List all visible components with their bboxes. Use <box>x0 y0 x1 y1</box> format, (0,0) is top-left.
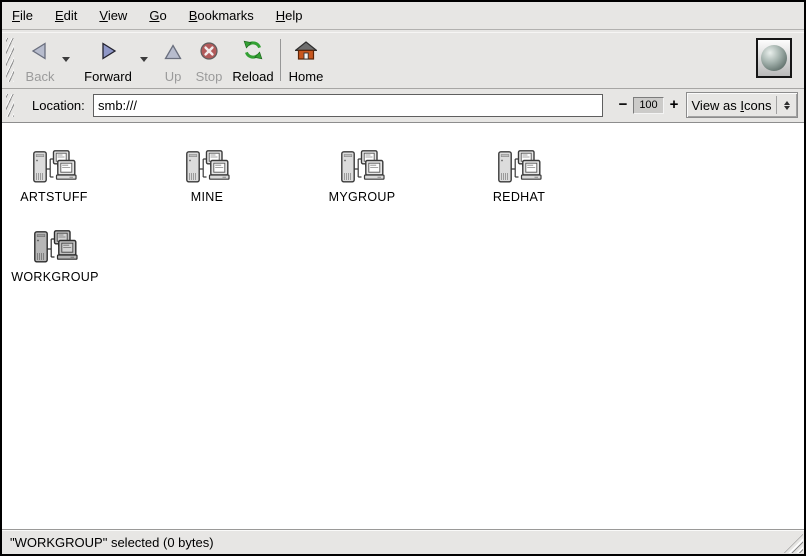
network-item-workgroup[interactable]: WORKGROUP <box>0 229 115 284</box>
home-label: Home <box>289 70 324 84</box>
reload-icon <box>241 37 265 61</box>
item-label: ARTSTUFF <box>20 190 87 204</box>
network-workgroup-icon <box>184 149 230 187</box>
throbber <box>756 38 792 78</box>
up-button[interactable]: Up <box>159 37 187 84</box>
network-workgroup-icon <box>31 149 77 187</box>
menu-view[interactable]: View <box>99 8 127 23</box>
menu-bar: File Edit View Go Bookmarks Help <box>2 2 804 30</box>
back-icon <box>29 37 51 61</box>
home-button[interactable]: Home <box>286 37 326 84</box>
item-label: MYGROUP <box>329 190 396 204</box>
network-item-artstuff[interactable]: ARTSTUFF <box>0 149 114 204</box>
back-history-dropdown-icon[interactable] <box>62 57 70 62</box>
dropdown-arrow-icon <box>776 96 797 114</box>
forward-label: Forward <box>84 70 132 84</box>
file-view: ARTSTUFF MINE MYGROUP REDHAT WORKGROUP <box>2 122 804 530</box>
toolbar: Back Forward Up Stop <box>2 32 804 88</box>
up-icon <box>163 37 183 61</box>
forward-icon <box>97 37 119 61</box>
item-label: MINE <box>191 190 223 204</box>
reload-button[interactable]: Reload <box>230 37 276 84</box>
toolbar-separator <box>280 39 281 81</box>
view-as-label: View as Icons <box>687 98 776 113</box>
home-icon <box>295 37 317 61</box>
zoom-level-indicator: 100 <box>633 97 664 114</box>
stop-icon <box>199 37 219 61</box>
stop-label: Stop <box>196 70 223 84</box>
forward-history-dropdown-icon[interactable] <box>140 57 148 62</box>
zoom-in-button[interactable]: + <box>666 96 682 114</box>
menu-help[interactable]: Help <box>276 8 303 23</box>
network-item-mygroup[interactable]: MYGROUP <box>302 149 422 204</box>
location-input[interactable] <box>93 94 603 117</box>
item-label: WORKGROUP <box>11 270 98 284</box>
stop-button[interactable]: Stop <box>191 37 227 84</box>
toolbar-grip-handle[interactable] <box>6 38 14 82</box>
location-label: Location: <box>32 98 85 113</box>
file-manager-window: File Edit View Go Bookmarks Help Back Fo… <box>0 0 806 556</box>
back-button[interactable]: Back <box>18 37 62 84</box>
view-as-dropdown[interactable]: View as Icons <box>686 92 798 118</box>
zoom-out-button[interactable]: − <box>615 96 631 114</box>
network-workgroup-icon <box>496 149 542 187</box>
status-bar: "WORKGROUP" selected (0 bytes) <box>2 529 804 554</box>
back-label: Back <box>26 70 55 84</box>
network-workgroup-icon <box>32 229 78 267</box>
throbber-sphere-icon <box>761 45 787 71</box>
network-workgroup-icon <box>339 149 385 187</box>
network-item-mine[interactable]: MINE <box>147 149 267 204</box>
resize-grip[interactable] <box>784 534 803 553</box>
item-label: REDHAT <box>493 190 545 204</box>
network-item-redhat[interactable]: REDHAT <box>459 149 579 204</box>
forward-button[interactable]: Forward <box>82 37 134 84</box>
menu-edit[interactable]: Edit <box>55 8 77 23</box>
menu-go[interactable]: Go <box>149 8 166 23</box>
location-bar-grip-handle[interactable] <box>6 94 14 117</box>
menu-file[interactable]: File <box>12 8 33 23</box>
status-text: "WORKGROUP" selected (0 bytes) <box>10 535 214 550</box>
menu-bookmarks[interactable]: Bookmarks <box>189 8 254 23</box>
location-bar: Location: − 100 + View as Icons <box>2 88 804 122</box>
reload-label: Reload <box>232 70 273 84</box>
up-label: Up <box>165 70 182 84</box>
